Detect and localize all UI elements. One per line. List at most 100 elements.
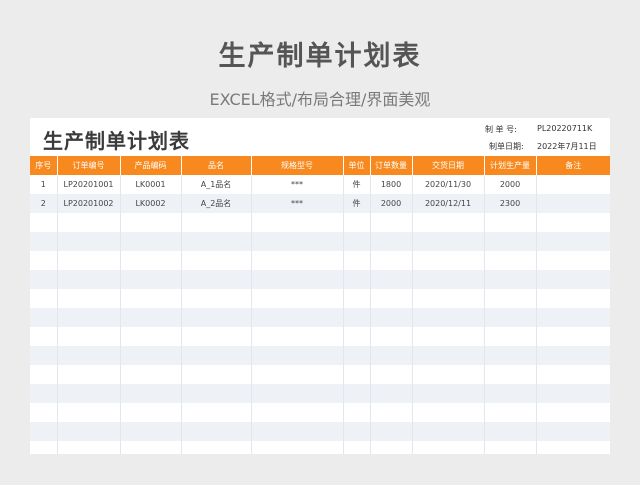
table-cell[interactable] (370, 327, 413, 346)
table-cell[interactable] (251, 384, 344, 403)
table-cell[interactable] (120, 384, 182, 403)
table-cell[interactable] (30, 441, 58, 454)
column-header[interactable]: 交货日期 (412, 156, 485, 175)
table-cell[interactable] (181, 365, 252, 384)
table-cell[interactable] (343, 384, 371, 403)
table-cell[interactable] (343, 403, 371, 422)
table-cell[interactable] (412, 441, 485, 454)
table-cell[interactable] (370, 308, 413, 327)
table-cell[interactable] (412, 327, 485, 346)
column-header[interactable]: 产品编码 (120, 156, 182, 175)
table-cell[interactable] (484, 327, 537, 346)
table-cell[interactable] (484, 270, 537, 289)
table-cell[interactable] (484, 289, 537, 308)
table-cell[interactable] (484, 441, 537, 454)
column-header[interactable]: 品名 (181, 156, 252, 175)
column-header[interactable]: 订单编号 (57, 156, 121, 175)
table-cell[interactable]: *** (251, 175, 344, 194)
table-cell[interactable]: LK0002 (120, 194, 182, 213)
table-cell[interactable] (251, 403, 344, 422)
table-cell[interactable] (484, 403, 537, 422)
table-cell[interactable] (30, 365, 58, 384)
table-cell[interactable] (536, 232, 610, 251)
table-cell[interactable] (343, 327, 371, 346)
table-cell[interactable] (57, 232, 121, 251)
table-cell[interactable] (484, 384, 537, 403)
table-cell[interactable] (181, 213, 252, 232)
table-cell[interactable] (536, 346, 610, 365)
table-cell[interactable] (484, 308, 537, 327)
column-header[interactable]: 规格型号 (251, 156, 344, 175)
table-cell[interactable] (370, 213, 413, 232)
table-cell[interactable] (251, 422, 344, 441)
table-cell[interactable] (120, 346, 182, 365)
table-cell[interactable] (412, 308, 485, 327)
table-cell[interactable] (484, 365, 537, 384)
table-cell[interactable] (120, 251, 182, 270)
table-cell[interactable]: A_2品名 (181, 194, 252, 213)
table-cell[interactable] (120, 441, 182, 454)
table-cell[interactable] (536, 194, 610, 213)
table-cell[interactable] (412, 251, 485, 270)
table-cell[interactable] (57, 384, 121, 403)
table-cell[interactable] (412, 384, 485, 403)
table-cell[interactable] (30, 251, 58, 270)
table-cell[interactable] (30, 422, 58, 441)
table-cell[interactable] (370, 270, 413, 289)
table-cell[interactable] (370, 422, 413, 441)
table-cell[interactable] (343, 422, 371, 441)
table-cell[interactable] (30, 403, 58, 422)
table-cell[interactable] (120, 213, 182, 232)
table-cell[interactable] (412, 403, 485, 422)
table-cell[interactable] (57, 346, 121, 365)
table-cell[interactable]: 2000 (370, 194, 413, 213)
table-cell[interactable] (251, 327, 344, 346)
table-cell[interactable] (181, 346, 252, 365)
table-cell[interactable] (343, 289, 371, 308)
table-cell[interactable] (343, 251, 371, 270)
table-cell[interactable]: 1 (30, 175, 58, 194)
table-cell[interactable] (484, 213, 537, 232)
table-cell[interactable] (57, 403, 121, 422)
table-cell[interactable] (120, 365, 182, 384)
table-cell[interactable] (120, 422, 182, 441)
table-cell[interactable] (536, 384, 610, 403)
table-cell[interactable] (484, 251, 537, 270)
table-cell[interactable] (57, 422, 121, 441)
table-cell[interactable] (57, 308, 121, 327)
table-cell[interactable] (343, 441, 371, 454)
table-cell[interactable] (343, 213, 371, 232)
table-cell[interactable] (536, 175, 610, 194)
table-cell[interactable]: LP20201001 (57, 175, 121, 194)
table-cell[interactable] (30, 308, 58, 327)
table-cell[interactable] (120, 232, 182, 251)
table-cell[interactable] (251, 289, 344, 308)
table-cell[interactable] (120, 327, 182, 346)
table-cell[interactable] (343, 308, 371, 327)
column-header[interactable]: 序号 (30, 156, 58, 175)
table-cell[interactable] (370, 346, 413, 365)
table-cell[interactable] (57, 365, 121, 384)
table-cell[interactable]: 件 (343, 194, 371, 213)
table-cell[interactable] (57, 289, 121, 308)
table-cell[interactable] (251, 270, 344, 289)
table-cell[interactable] (412, 270, 485, 289)
table-cell[interactable] (536, 213, 610, 232)
table-cell[interactable] (120, 403, 182, 422)
table-cell[interactable] (536, 251, 610, 270)
table-cell[interactable] (251, 441, 344, 454)
table-cell[interactable] (30, 270, 58, 289)
table-cell[interactable] (120, 289, 182, 308)
table-cell[interactable] (370, 289, 413, 308)
table-cell[interactable] (30, 289, 58, 308)
table-cell[interactable] (251, 308, 344, 327)
table-cell[interactable] (57, 441, 121, 454)
table-cell[interactable] (412, 422, 485, 441)
table-cell[interactable] (484, 346, 537, 365)
table-cell[interactable] (370, 365, 413, 384)
table-cell[interactable] (57, 213, 121, 232)
table-cell[interactable] (536, 289, 610, 308)
table-cell[interactable] (181, 232, 252, 251)
table-cell[interactable]: 2020/12/11 (412, 194, 485, 213)
table-cell[interactable] (181, 327, 252, 346)
